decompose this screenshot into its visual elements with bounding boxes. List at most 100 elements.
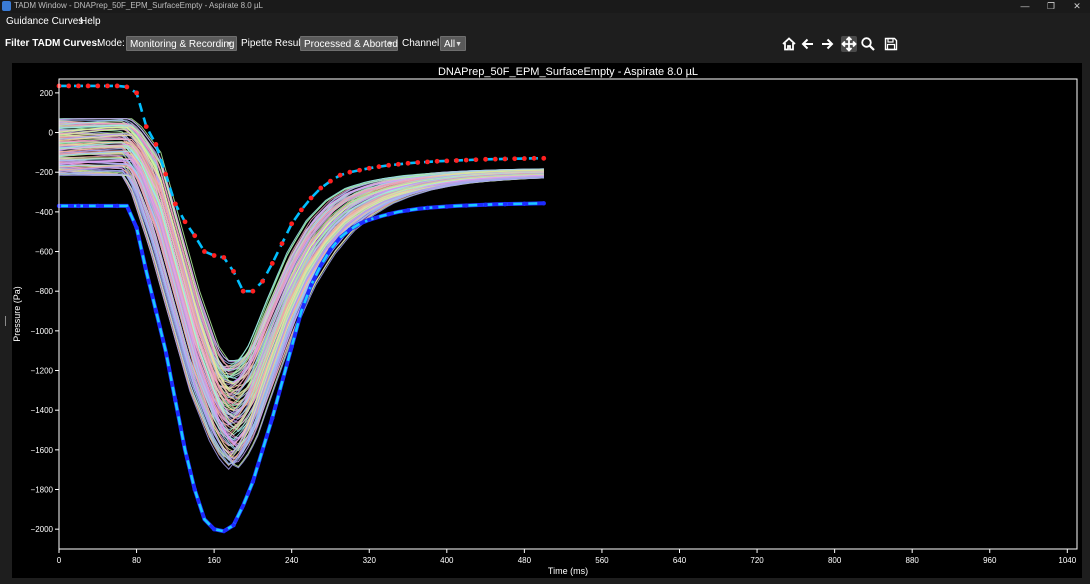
lower-guidance-point — [483, 202, 488, 207]
tadm-curves — [58, 118, 544, 470]
menu-help[interactable]: Help — [80, 15, 101, 29]
lower-guidance-point — [308, 283, 314, 288]
channel-select-value: All — [444, 39, 456, 50]
mode-label: Mode: — [97, 38, 125, 49]
menu-bar: Guidance Curves Help — [0, 13, 1090, 31]
upper-guidance-point — [318, 185, 324, 191]
lower-guidance-point — [134, 225, 139, 230]
upper-guidance-point — [95, 83, 101, 89]
upper-guidance-point — [153, 142, 159, 147]
upper-guidance-point — [531, 155, 537, 161]
x-tick-label: 560 — [595, 556, 609, 565]
mode-select[interactable]: Monitoring & Recording ▼ — [126, 36, 237, 51]
lower-guidance-point — [367, 217, 372, 223]
chevron-down-icon: ▼ — [226, 41, 233, 48]
window-titlebar: TADM Window - DNAPrep_50F_EPM_SurfaceEmp… — [0, 0, 1090, 13]
zoom-icon[interactable] — [860, 36, 876, 52]
lower-guidance-point — [76, 203, 81, 209]
x-tick-label: 320 — [363, 556, 377, 565]
close-icon[interactable]: ✕ — [1068, 0, 1086, 12]
y-tick-label: −1800 — [31, 486, 54, 495]
upper-guidance-point — [308, 195, 314, 201]
x-axis-label: Time (ms) — [548, 566, 588, 576]
home-icon[interactable] — [781, 36, 797, 52]
lower-guidance-point — [444, 204, 450, 209]
forward-arrow-icon[interactable] — [819, 36, 835, 52]
lower-guidance-point — [95, 203, 100, 209]
window-title: TADM Window - DNAPrep_50F_EPM_SurfaceEmp… — [14, 1, 263, 10]
lower-guidance-point — [522, 201, 527, 206]
chevron-down-icon: ▼ — [455, 41, 462, 48]
upper-guidance-point — [328, 178, 333, 184]
pipette-result-label: Pipette Result: — [241, 38, 307, 49]
y-tick-label: 200 — [40, 89, 54, 98]
y-tick-label: −200 — [35, 168, 54, 177]
lower-guidance-point — [405, 208, 411, 213]
x-axis: 0 80 160 240 320 400 480 560 640 720 800 880 960 1040 — [57, 549, 1077, 565]
channel-select[interactable]: All ▼ — [440, 36, 466, 51]
filter-bar: Filter TADM Curves: Mode: Monitoring & R… — [0, 33, 1090, 55]
x-tick-label: 240 — [285, 556, 299, 565]
y-tick-label: −1200 — [31, 367, 54, 376]
upper-guidance-point — [386, 162, 392, 168]
lower-guidance-point — [541, 201, 546, 206]
upper-guidance-point — [357, 167, 362, 173]
upper-guidance-point — [425, 159, 430, 165]
lower-guidance-point — [211, 526, 217, 532]
y-tick-label: −1000 — [31, 327, 54, 336]
menu-guidance-curves[interactable]: Guidance Curves — [6, 15, 83, 29]
upper-guidance-point — [124, 84, 130, 90]
upper-guidance-point — [492, 156, 498, 162]
tadm-app-icon — [2, 1, 11, 11]
x-tick-label: 0 — [57, 556, 62, 565]
save-icon[interactable] — [883, 36, 899, 52]
upper-guidance-point — [221, 255, 227, 260]
upper-guidance-point — [211, 253, 217, 258]
minimize-icon[interactable]: — — [1016, 0, 1034, 12]
chart-title: DNAPrep_50F_EPM_SurfaceEmpty - Aspirate … — [438, 66, 698, 78]
upper-guidance-point — [444, 158, 450, 164]
x-tick-label: 80 — [132, 556, 141, 565]
pipette-result-value: Processed & Aborted — [304, 39, 398, 50]
lower-guidance-point — [231, 523, 236, 528]
upper-guidance-point — [192, 233, 198, 239]
lower-guidance-point — [289, 344, 294, 349]
lower-guidance-point — [153, 308, 159, 314]
back-arrow-icon[interactable] — [800, 36, 816, 52]
x-tick-label: 480 — [518, 556, 532, 565]
upper-guidance-point — [75, 83, 81, 89]
plot-frame — [58, 78, 1078, 550]
filter-label: Filter TADM Curves: — [5, 38, 101, 49]
upper-guidance-point — [395, 161, 401, 167]
lower-guidance-point — [464, 203, 469, 208]
upper-guidance-point — [134, 90, 139, 96]
upper-guidance-point — [269, 261, 275, 266]
lower-guidance-point — [250, 479, 256, 484]
x-tick-label: 960 — [983, 556, 997, 565]
pipette-result-select[interactable]: Processed & Aborted ▼ — [300, 36, 398, 51]
y-tick-label: −1600 — [31, 446, 54, 455]
upper-guidance-point — [260, 278, 265, 284]
upper-guidance-point — [298, 207, 304, 213]
pan-icon[interactable] — [841, 36, 857, 52]
upper-guidance-point — [415, 160, 421, 165]
upper-guidance-point — [454, 158, 459, 163]
upper-guidance-point — [521, 156, 527, 161]
upper-guidance-point — [172, 201, 178, 207]
mode-select-value: Monitoring & Recording — [130, 39, 235, 50]
tadm-chart[interactable]: 0 80 160 240 320 400 480 560 640 720 800 880 960 1040… — [12, 63, 1082, 578]
upper-guidance-point — [512, 156, 518, 162]
y-tick-label: 0 — [49, 129, 54, 138]
upper-guidance-point — [114, 83, 120, 89]
plot-area: 0 80 160 240 320 400 480 560 640 720 800 880 960 1040… — [12, 63, 1082, 578]
upper-guidance-point — [405, 160, 411, 166]
y-tick-label: −600 — [35, 248, 54, 257]
upper-guidance-point — [250, 288, 256, 294]
y-axis: 200 0 −200 −400 −600 −800 −1000 −1200 −1400 −1600… — [31, 89, 59, 534]
upper-guidance-point — [182, 219, 188, 225]
y-tick-label: −2000 — [31, 525, 54, 534]
restore-icon[interactable]: ❐ — [1042, 0, 1060, 12]
lower-guidance-point — [347, 227, 353, 232]
upper-guidance-point — [463, 157, 469, 163]
splitter-handle[interactable] — [5, 316, 6, 326]
